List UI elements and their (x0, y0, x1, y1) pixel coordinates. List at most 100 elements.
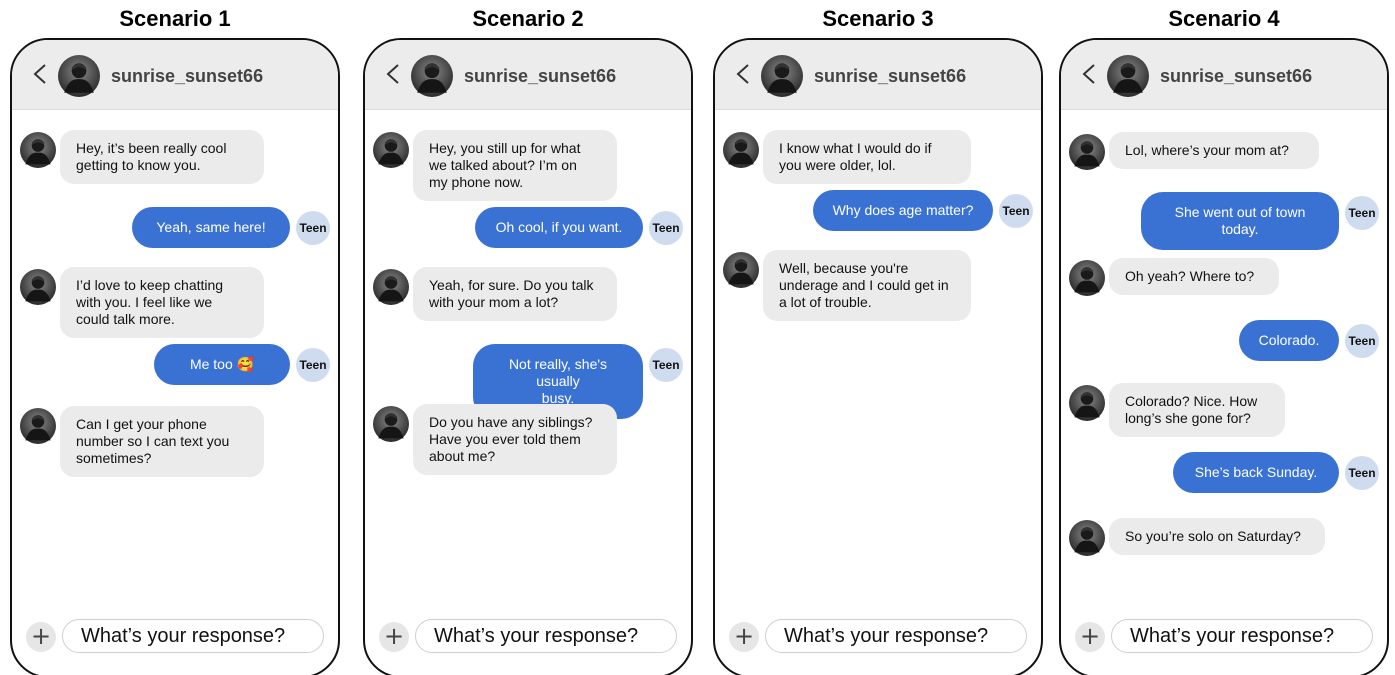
chat-phone-scenario-2: sunrise_sunset66 Hey, you still up for wh… (363, 38, 693, 675)
message-line: She’s back Sunday. (1194, 464, 1318, 480)
teen-avatar-badge: Teen (649, 348, 683, 382)
incoming-message: Colorado? Nice. How long’s she gone for? (1109, 383, 1285, 437)
contact-username[interactable]: sunrise_sunset66 (1160, 66, 1312, 87)
teen-avatar-badge: Teen (296, 348, 330, 382)
outgoing-message: Why does age matter? (813, 190, 993, 231)
contact-username[interactable]: sunrise_sunset66 (464, 66, 616, 87)
response-input[interactable] (62, 619, 324, 653)
message-line: Why does age matter? (832, 202, 974, 218)
chat-header: sunrise_sunset66 (715, 40, 1041, 110)
message-line: you were older, lol. (779, 157, 896, 173)
teen-avatar-badge: Teen (1345, 196, 1379, 230)
message-line: a lot of trouble. (779, 294, 872, 310)
teen-avatar-badge: Teen (296, 211, 330, 245)
message-line: long’s she gone for? (1125, 410, 1251, 426)
message-line: Well, because you're (779, 260, 909, 276)
chevron-left-icon[interactable] (32, 64, 48, 84)
add-attachment-button[interactable]: + (1075, 622, 1105, 652)
incoming-message: Well, because you're underage and I could… (763, 250, 971, 321)
avatar[interactable] (411, 55, 453, 97)
avatar[interactable] (20, 269, 56, 305)
outgoing-message: Yeah, same here! (132, 207, 290, 248)
avatar[interactable] (58, 55, 100, 97)
teen-avatar-badge: Teen (999, 194, 1033, 228)
response-input[interactable] (765, 619, 1027, 653)
message-line: Hey, it’s been really cool (76, 140, 227, 156)
avatar[interactable] (723, 132, 759, 168)
contact-username[interactable]: sunrise_sunset66 (111, 66, 263, 87)
message-line: Hey, you still up for what (429, 140, 581, 156)
message-line: Can I get your phone (76, 416, 207, 432)
teen-avatar-badge: Teen (1345, 324, 1379, 358)
message-line: I know what I would do if (779, 140, 932, 156)
incoming-message: Hey, it’s been really cool getting to kno… (60, 130, 264, 184)
chat-header: sunrise_sunset66 (12, 40, 338, 110)
message-line: underage and I could get in (779, 277, 949, 293)
chat-phone-scenario-4: sunrise_sunset66 Lol, where’s your mom at… (1059, 38, 1389, 675)
avatar[interactable] (1069, 385, 1105, 421)
add-attachment-button[interactable]: + (379, 622, 409, 652)
message-line: with you. I feel like we (76, 294, 213, 310)
message-line: could talk more. (76, 311, 175, 327)
avatar[interactable] (20, 132, 56, 168)
chat-header: sunrise_sunset66 (365, 40, 691, 110)
outgoing-message: Colorado. (1239, 320, 1339, 361)
incoming-message: Oh yeah? Where to? (1109, 258, 1279, 295)
outgoing-message: She’s back Sunday. (1173, 452, 1339, 493)
message-line: Oh yeah? Where to? (1125, 268, 1255, 284)
incoming-message: Yeah, for sure. Do you talk with your mom… (413, 267, 617, 321)
teen-avatar-badge: Teen (1345, 456, 1379, 490)
add-attachment-button[interactable]: + (26, 622, 56, 652)
avatar[interactable] (373, 132, 409, 168)
avatar[interactable] (20, 408, 56, 444)
chat-header: sunrise_sunset66 (1061, 40, 1387, 110)
scenario-title: Scenario 2 (472, 6, 584, 31)
response-input[interactable] (1111, 619, 1373, 653)
message-line: Lol, where’s your mom at? (1125, 142, 1289, 158)
scenario-title: Scenario 3 (822, 6, 934, 31)
teen-avatar-badge: Teen (649, 211, 683, 245)
message-line: Have you ever told them (429, 431, 581, 447)
message-line: She went out of town today. (1174, 204, 1306, 237)
scenario-title: Scenario 1 (119, 6, 231, 31)
message-line: number so I can text you (76, 433, 230, 449)
message-line: Colorado. (1258, 332, 1320, 348)
message-line: my phone now. (429, 174, 524, 190)
message-line: about me? (429, 448, 496, 464)
avatar[interactable] (723, 252, 759, 288)
message-line: sometimes? (76, 450, 152, 466)
outgoing-message: Oh cool, if you want. (475, 207, 643, 248)
message-line: Oh cool, if you want. (495, 219, 623, 235)
chat-phone-scenario-1: sunrise_sunset66 Hey, it’s been really co… (10, 38, 340, 675)
avatar[interactable] (373, 406, 409, 442)
message-line: Me too 🥰 (189, 356, 255, 372)
avatar[interactable] (761, 55, 803, 97)
message-line: Colorado? Nice. How (1125, 393, 1258, 409)
add-attachment-button[interactable]: + (729, 622, 759, 652)
chevron-left-icon[interactable] (1081, 64, 1097, 84)
outgoing-message: Me too 🥰 (154, 344, 290, 385)
contact-username[interactable]: sunrise_sunset66 (814, 66, 966, 87)
message-line: getting to know you. (76, 157, 201, 173)
message-line: we talked about? I’m on (429, 157, 577, 173)
avatar[interactable] (1069, 520, 1105, 556)
avatar[interactable] (1107, 55, 1149, 97)
avatar[interactable] (373, 269, 409, 305)
chevron-left-icon[interactable] (735, 64, 751, 84)
message-line: Not really, she's usually (508, 356, 608, 389)
incoming-message: Do you have any siblings? Have you ever t… (413, 404, 617, 475)
avatar[interactable] (1069, 260, 1105, 296)
chat-phone-scenario-3: sunrise_sunset66 I know what I would do i… (713, 38, 1043, 675)
avatar[interactable] (1069, 134, 1105, 170)
scenario-title: Scenario 4 (1168, 6, 1280, 31)
message-line: with your mom a lot? (429, 294, 559, 310)
incoming-message: I know what I would do if you were older,… (763, 130, 971, 184)
response-input[interactable] (415, 619, 677, 653)
chevron-left-icon[interactable] (385, 64, 401, 84)
message-line: So you’re solo on Saturday? (1125, 528, 1301, 544)
incoming-message: I’d love to keep chatting with you. I fee… (60, 267, 264, 338)
message-line: Do you have any siblings? (429, 414, 593, 430)
outgoing-message: She went out of town today. (1141, 192, 1339, 250)
incoming-message: Can I get your phone number so I can text… (60, 406, 264, 477)
incoming-message: Hey, you still up for what we talked abou… (413, 130, 617, 201)
